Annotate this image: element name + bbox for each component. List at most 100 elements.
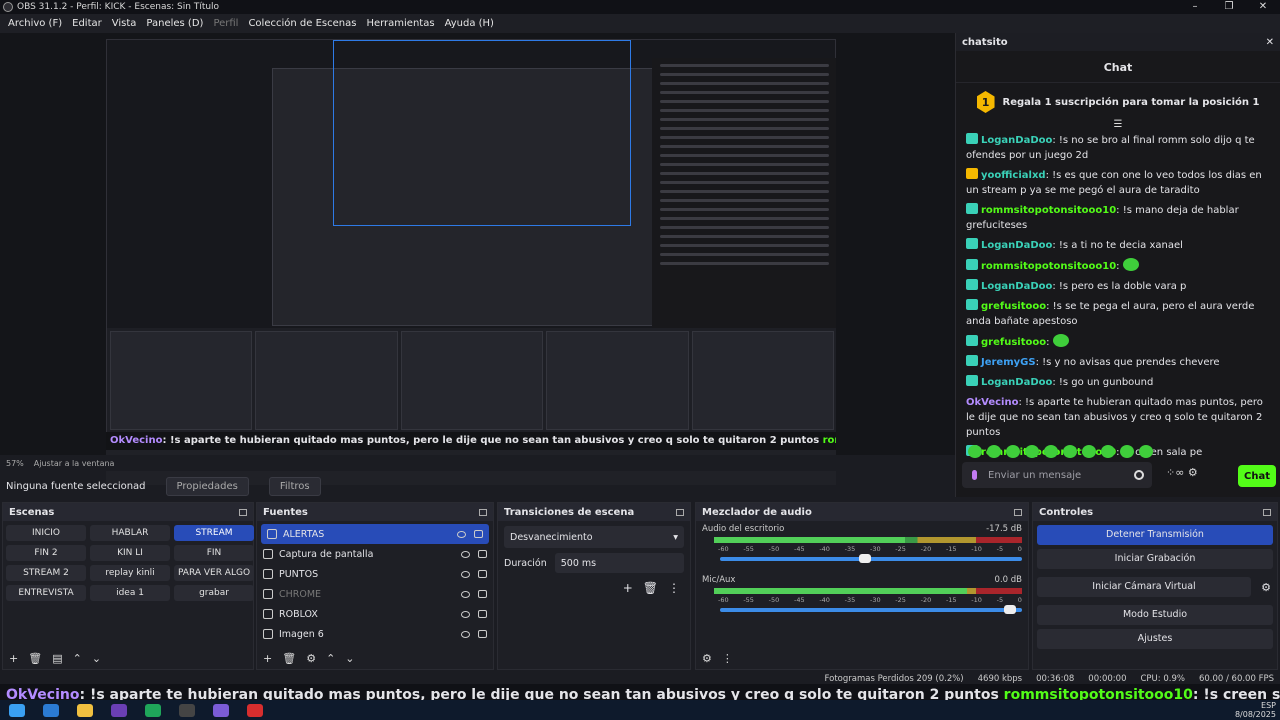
obs-taskbar-icon[interactable] [179, 703, 195, 717]
discord-icon[interactable] [213, 703, 229, 717]
more-icon[interactable]: ⋮ [722, 652, 733, 665]
gift-sub-promo[interactable]: 1 Regala 1 suscripción para tomar la pos… [956, 83, 1280, 121]
visibility-icon [461, 610, 470, 618]
scene-button[interactable]: KIN LI [90, 545, 170, 561]
app-icon[interactable] [111, 703, 127, 717]
add-scene-button[interactable]: + [9, 652, 18, 665]
scene-button[interactable]: FIN 2 [6, 545, 86, 561]
menu-archivo[interactable]: Archivo (F) [3, 18, 67, 29]
meter-tick-label: -15 [945, 545, 957, 553]
meter-tick-label: 0 [1017, 596, 1022, 604]
start-virtual-camera-button[interactable]: Iniciar Cámara Virtual [1037, 577, 1251, 597]
scene-button[interactable]: STREAM 2 [6, 565, 86, 581]
menu-editar[interactable]: Editar [67, 18, 107, 29]
emote-row[interactable] [960, 441, 1161, 462]
dock-popout-icon[interactable] [1263, 508, 1271, 516]
chat-message: LoganDaDoo: !s go un gunbound [966, 375, 1270, 390]
browser-icon[interactable] [145, 703, 161, 717]
chat-message-input[interactable]: Enviar un mensaje [962, 462, 1152, 488]
menu-herramientas[interactable]: Herramientas [361, 18, 439, 29]
move-down-icon[interactable]: ⌄ [92, 652, 101, 665]
dock-popout-icon[interactable] [479, 508, 487, 516]
meter-tick-label: -10 [971, 596, 982, 604]
stop-streaming-button[interactable]: Detener Transmisión [1037, 525, 1273, 545]
meter-tick-label: -45 [793, 596, 805, 604]
chat-dock: chatsito ✕ Chat 1 Regala 1 suscripción p… [955, 33, 1280, 497]
preview-area[interactable]: OkVecino: !s aparte te hubieran quitado … [0, 33, 955, 485]
scene-button[interactable]: INICIO [6, 525, 86, 541]
menu-coleccion-escenas[interactable]: Colección de Escenas [243, 18, 361, 29]
meter-tick-label: -10 [971, 545, 982, 553]
delete-transition-button[interactable]: 🗑 [643, 581, 658, 595]
source-settings-icon[interactable]: ⚙ [306, 652, 316, 665]
studio-mode-button[interactable]: Modo Estudio [1037, 605, 1273, 625]
scene-button[interactable]: replay kinli [90, 565, 170, 581]
scene-button[interactable]: HABLAR [90, 525, 170, 541]
add-transition-button[interactable]: + [623, 581, 633, 595]
date-display[interactable]: 8/08/2025 [1235, 710, 1276, 719]
properties-button[interactable]: Propiedades [165, 476, 249, 496]
meter-tick-label: -55 [743, 596, 754, 604]
scene-button[interactable]: grabar [174, 585, 254, 601]
emoji-icon[interactable] [1134, 470, 1144, 480]
scene-filters-button[interactable]: ▤ [52, 652, 62, 665]
meter-tick-label: -5 [996, 545, 1004, 553]
scene-button-active[interactable]: STREAM [174, 525, 254, 541]
app-icon[interactable] [43, 703, 59, 717]
dock-popout-icon[interactable] [239, 508, 247, 516]
menu-perfil[interactable]: Perfil [208, 18, 243, 29]
delete-source-button[interactable]: 🗑 [282, 652, 296, 665]
mixer-settings-icon[interactable]: ⚙ [702, 652, 712, 665]
menu-paneles[interactable]: Paneles (D) [141, 18, 208, 29]
chat-send-button[interactable]: Chat [1238, 465, 1276, 487]
mixer-channel-desktop: Audio del escritorio -17.5 dB -60 -55 -50 -4… [696, 521, 1028, 564]
source-item-alertas[interactable]: ALERTAS [261, 524, 489, 544]
audio-meter [714, 588, 1022, 594]
transition-select[interactable]: Desvanecimiento ▾ [504, 526, 684, 548]
fps: 60.00 / 60.00 FPS [1198, 673, 1274, 684]
expand-chevron-icon[interactable]: ☰ [956, 120, 1280, 130]
move-down-icon[interactable]: ⌄ [345, 652, 354, 665]
source-item-captura[interactable]: Captura de pantalla [257, 544, 493, 564]
move-up-icon[interactable]: ⌃ [73, 652, 82, 665]
scene-button[interactable]: idea 1 [90, 585, 170, 601]
source-item-chrome[interactable]: CHROME [257, 584, 493, 604]
more-icon[interactable]: ⋮ [668, 581, 680, 595]
add-source-button[interactable]: + [263, 652, 272, 665]
source-item-imagen[interactable]: Imagen 6 [257, 624, 493, 644]
gear-icon[interactable]: ⚙ [1255, 581, 1277, 594]
scene-button[interactable]: PARA VER ALGO [174, 565, 254, 581]
menu-vista[interactable]: Vista [107, 18, 142, 29]
fit-window-label[interactable]: Ajustar a la ventana [34, 459, 115, 468]
file-explorer-icon[interactable] [77, 703, 93, 717]
volume-slider[interactable] [720, 554, 1022, 563]
meter-tick-label: -30 [869, 596, 881, 604]
maximize-button[interactable]: ❐ [1212, 0, 1246, 14]
minimize-button[interactable]: – [1178, 0, 1212, 14]
close-button[interactable]: ✕ [1246, 0, 1280, 14]
language-indicator[interactable]: ESP [1235, 701, 1276, 710]
dock-popout-icon[interactable] [1014, 508, 1022, 516]
scene-button[interactable]: FIN [174, 545, 254, 561]
move-up-icon[interactable]: ⌃ [326, 652, 335, 665]
chat-tools[interactable]: ⁘∞ ⚙ [1166, 466, 1198, 479]
dock-popout-icon[interactable] [676, 508, 684, 516]
rank-badge-icon: 1 [976, 91, 995, 113]
source-item-roblox[interactable]: ROBLOX [257, 604, 493, 624]
app-icon[interactable] [247, 703, 263, 717]
dock-close-icon[interactable]: ✕ [1266, 37, 1274, 48]
meter-tick-label: -35 [844, 545, 856, 553]
source-item-puntos[interactable]: PUNTOS [257, 564, 493, 584]
menu-ayuda[interactable]: Ayuda (H) [440, 18, 499, 29]
start-recording-button[interactable]: Iniciar Grabación [1037, 549, 1273, 569]
delete-scene-button[interactable]: 🗑 [28, 652, 42, 665]
filters-button[interactable]: Filtros [268, 476, 321, 496]
scene-button[interactable]: ENTREVISTA [6, 585, 86, 601]
windows-start-icon[interactable] [9, 703, 25, 717]
zoom-level[interactable]: 57% [6, 459, 24, 468]
preview-screen-capture [106, 39, 836, 449]
settings-button[interactable]: Ajustes [1037, 629, 1273, 649]
preview-canvas[interactable]: OkVecino: !s aparte te hubieran quitado … [106, 39, 836, 485]
duration-input[interactable]: 500 ms [554, 553, 684, 573]
volume-slider[interactable] [720, 605, 1022, 614]
